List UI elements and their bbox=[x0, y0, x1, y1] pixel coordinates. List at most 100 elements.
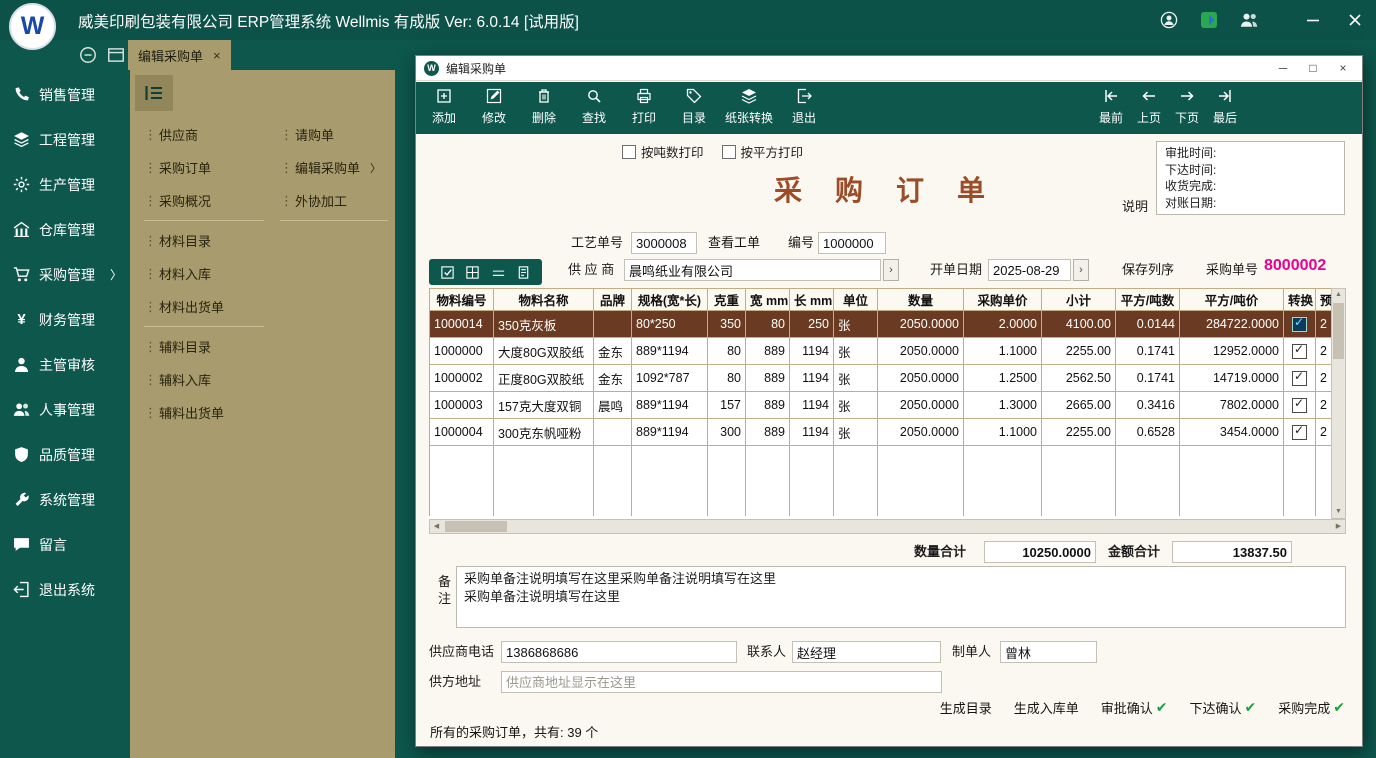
cell[interactable]: 张 bbox=[834, 392, 878, 419]
minimize-button[interactable] bbox=[1304, 11, 1322, 29]
next-button[interactable]: 下页 bbox=[1168, 82, 1206, 134]
sidebar-item-sales[interactable]: 销售管理 bbox=[0, 72, 130, 117]
convert-checkbox[interactable] bbox=[1292, 317, 1307, 332]
cell[interactable]: 1194 bbox=[790, 365, 834, 392]
cell[interactable]: 0.0144 bbox=[1116, 311, 1180, 338]
submenu-item-outsourcing[interactable]: ⋮外协加工 bbox=[276, 184, 392, 217]
cell[interactable]: 350 bbox=[708, 311, 746, 338]
scroll-up-icon[interactable]: ▲ bbox=[1332, 289, 1345, 301]
convert-checkbox[interactable] bbox=[1292, 398, 1307, 413]
sidebar-item-engineering[interactable]: 工程管理 bbox=[0, 117, 130, 162]
date-input[interactable] bbox=[988, 259, 1071, 281]
cell[interactable]: 0.1741 bbox=[1116, 365, 1180, 392]
close-button[interactable] bbox=[1346, 11, 1364, 29]
column-header[interactable]: 宽 mm bbox=[746, 289, 790, 311]
cell[interactable]: 晨鸣 bbox=[594, 392, 632, 419]
cell[interactable]: 889 bbox=[746, 392, 790, 419]
cell[interactable]: 0.1741 bbox=[1116, 338, 1180, 365]
submenu-item-aux-outbound[interactable]: ⋮辅料出货单 bbox=[140, 396, 268, 429]
cell[interactable]: 张 bbox=[834, 338, 878, 365]
column-header[interactable]: 单位 bbox=[834, 289, 878, 311]
submenu-item-purchase-order[interactable]: ⋮采购订单 bbox=[140, 151, 268, 184]
supplier-address-input[interactable] bbox=[501, 671, 942, 693]
column-header[interactable]: 规格(宽*长) bbox=[632, 289, 708, 311]
cell[interactable]: 正度80G双胶纸 bbox=[494, 365, 594, 392]
qty-total-input[interactable] bbox=[984, 541, 1096, 563]
cell[interactable]: 889*1194 bbox=[632, 419, 708, 446]
exit-button[interactable]: 退出 bbox=[779, 82, 829, 134]
cell[interactable]: 2050.0000 bbox=[878, 392, 964, 419]
cell[interactable]: 889 bbox=[746, 419, 790, 446]
sidebar-item-exit[interactable]: 退出系统 bbox=[0, 567, 130, 612]
cell[interactable]: 2562.50 bbox=[1042, 365, 1116, 392]
convert-checkbox[interactable] bbox=[1292, 425, 1307, 440]
modify-button[interactable]: 修改 bbox=[469, 82, 519, 134]
vertical-scrollbar[interactable]: ▲ ▼ bbox=[1331, 288, 1346, 519]
submenu-item-edit-purchase-order[interactable]: ⋮编辑采购单〉 bbox=[276, 151, 392, 184]
column-header[interactable]: 转换 bbox=[1284, 289, 1316, 311]
sidebar-item-supervisor-review[interactable]: 主管审核 bbox=[0, 342, 130, 387]
cell[interactable]: 80 bbox=[708, 338, 746, 365]
cell[interactable]: 2255.00 bbox=[1042, 338, 1116, 365]
cell[interactable]: 80*250 bbox=[632, 311, 708, 338]
dialog-titlebar[interactable]: W 编辑采购单 ─ □ × bbox=[416, 56, 1362, 81]
cell[interactable]: 大度80G双胶纸 bbox=[494, 338, 594, 365]
dialog-minimize-button[interactable]: ─ bbox=[1268, 58, 1298, 79]
sidebar-item-quality[interactable]: 品质管理 bbox=[0, 432, 130, 477]
action-approve-confirm[interactable]: 审批确认✔ bbox=[1101, 698, 1168, 717]
column-header[interactable]: 小计 bbox=[1042, 289, 1116, 311]
submenu-item-supplier[interactable]: ⋮供应商 bbox=[140, 118, 268, 151]
cell[interactable]: 7802.0000 bbox=[1180, 392, 1284, 419]
cell[interactable]: 张 bbox=[834, 365, 878, 392]
cell[interactable]: 张 bbox=[834, 419, 878, 446]
cell[interactable]: 1.3000 bbox=[964, 392, 1042, 419]
cell[interactable]: 1000003 bbox=[430, 392, 494, 419]
sidebar-item-production[interactable]: 生产管理 bbox=[0, 162, 130, 207]
cell[interactable]: 80 bbox=[708, 365, 746, 392]
submenu-item-aux-inbound[interactable]: ⋮辅料入库 bbox=[140, 363, 268, 396]
scroll-left-icon[interactable]: ◀ bbox=[430, 520, 443, 533]
cell[interactable]: 1194 bbox=[790, 392, 834, 419]
cell[interactable]: 157 bbox=[708, 392, 746, 419]
submenu-item-material-inbound[interactable]: ⋮材料入库 bbox=[140, 257, 268, 290]
cell[interactable]: 金东 bbox=[594, 338, 632, 365]
column-header[interactable]: 数量 bbox=[878, 289, 964, 311]
submenu-item-material-outbound[interactable]: ⋮材料出货单 bbox=[140, 290, 268, 323]
cell[interactable]: 2050.0000 bbox=[878, 419, 964, 446]
cell[interactable]: 1.1000 bbox=[964, 419, 1042, 446]
cell[interactable]: 0.3416 bbox=[1116, 392, 1180, 419]
cell[interactable]: 284722.0000 bbox=[1180, 311, 1284, 338]
column-header[interactable]: 预 bbox=[1316, 289, 1332, 311]
cell[interactable]: 350克灰板 bbox=[494, 311, 594, 338]
cell[interactable]: 4100.00 bbox=[1042, 311, 1116, 338]
scroll-right-icon[interactable]: ▶ bbox=[1332, 520, 1345, 533]
column-header[interactable]: 采购单价 bbox=[964, 289, 1042, 311]
collapse-menu-button[interactable] bbox=[135, 75, 173, 111]
column-header[interactable]: 物料编号 bbox=[430, 289, 494, 311]
action-release-confirm[interactable]: 下达确认✔ bbox=[1190, 698, 1257, 717]
table-row[interactable]: 1000003157克大度双铜晨鸣889*11941578891194张2050… bbox=[430, 392, 1332, 419]
add-button[interactable]: 添加 bbox=[419, 82, 469, 134]
dialog-close-button[interactable]: × bbox=[1328, 58, 1358, 79]
cell[interactable]: 14719.0000 bbox=[1180, 365, 1284, 392]
search-button[interactable]: 查找 bbox=[569, 82, 619, 134]
column-header[interactable]: 物料名称 bbox=[494, 289, 594, 311]
column-header[interactable]: 长 mm bbox=[790, 289, 834, 311]
cell[interactable]: 80 bbox=[746, 311, 790, 338]
column-header[interactable]: 平方/吨数 bbox=[1116, 289, 1180, 311]
print-by-sqm-checkbox[interactable]: 按平方打印 bbox=[722, 142, 804, 161]
print-button[interactable]: 打印 bbox=[619, 82, 669, 134]
table-row[interactable]: 1000002正度80G双胶纸金东1092*787808891194张2050.… bbox=[430, 365, 1332, 392]
submenu-item-purchase-overview[interactable]: ⋮采购概况 bbox=[140, 184, 268, 217]
dialog-maximize-button[interactable]: □ bbox=[1298, 58, 1328, 79]
cell[interactable]: 12952.0000 bbox=[1180, 338, 1284, 365]
cell[interactable]: 2050.0000 bbox=[878, 338, 964, 365]
cell[interactable]: 889*1194 bbox=[632, 338, 708, 365]
cell[interactable]: 250 bbox=[790, 311, 834, 338]
submenu-item-request-order[interactable]: ⋮请购单 bbox=[276, 118, 392, 151]
cell[interactable] bbox=[594, 419, 632, 446]
sidebar-item-messages[interactable]: 留言 bbox=[0, 522, 130, 567]
convert-checkbox[interactable] bbox=[1292, 344, 1307, 359]
last-button[interactable]: 最后 bbox=[1206, 82, 1244, 134]
grid-icon[interactable] bbox=[465, 265, 480, 280]
